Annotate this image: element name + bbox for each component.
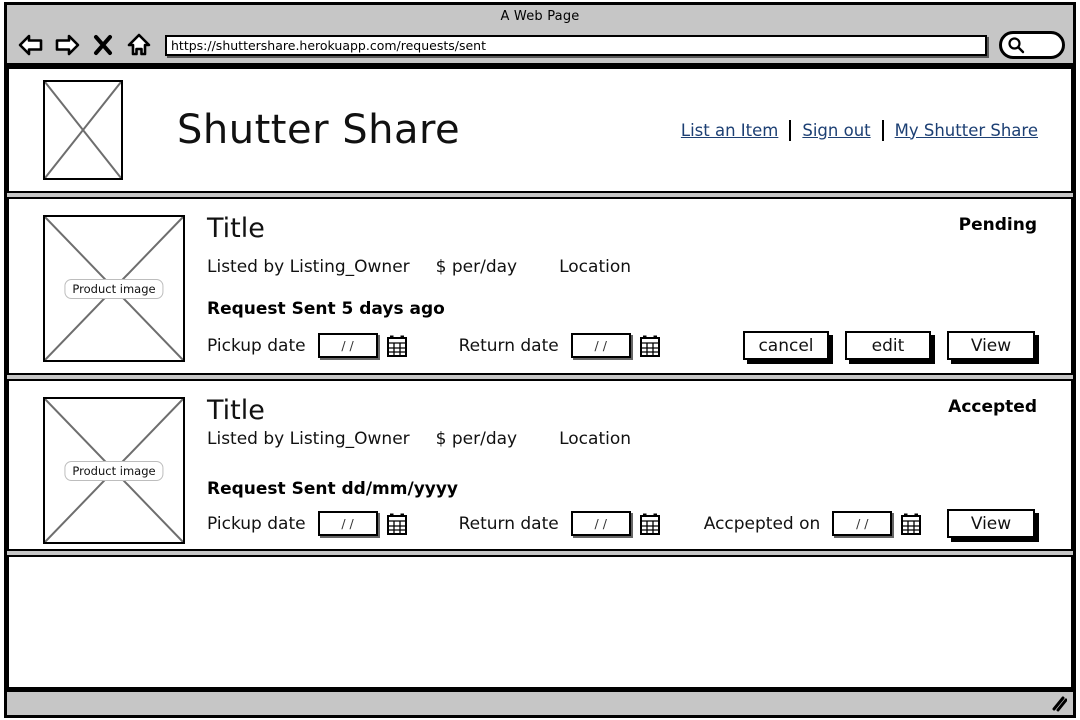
product-image-placeholder: Product image (43, 397, 185, 544)
home-icon[interactable] (125, 32, 153, 58)
url-text: https://shuttershare.herokuapp.com/reque… (171, 37, 486, 53)
pickup-date-field: Pickup date / / (207, 333, 407, 359)
pickup-date-input[interactable]: / / (317, 333, 378, 359)
nav-link-list-an-item[interactable]: List an Item (670, 121, 789, 140)
request-sent-text: Request Sent dd/mm/yyyy (207, 479, 459, 500)
request-actions: cancel edit View (743, 331, 1051, 361)
calendar-icon[interactable] (639, 513, 660, 535)
item-meta-row: Listed by Listing_Owner $ per/day Locati… (207, 429, 1051, 449)
pickup-date-label: Pickup date (207, 513, 306, 534)
logo-placeholder (43, 80, 123, 180)
page-viewport: Shutter Share List an Item Sign out My S… (7, 67, 1073, 715)
request-date-row: Pickup date / / Return date (207, 509, 1051, 539)
header-nav: List an Item Sign out My Shutter Share (670, 119, 1049, 141)
edit-button[interactable]: edit (845, 331, 931, 361)
return-date-label: Return date (458, 513, 559, 534)
site-header: Shutter Share List an Item Sign out My S… (7, 67, 1073, 193)
view-button[interactable]: View (947, 331, 1035, 361)
request-card-header: Title Pending (207, 213, 1051, 244)
return-date-field: Return date / / (458, 511, 660, 537)
browser-window: A Web Page https://shuttershare.herokuap… (4, 2, 1076, 718)
return-date-input[interactable]: / / (570, 511, 631, 537)
request-card-header: Title Accepted (207, 395, 1051, 426)
status-badge: Pending (958, 215, 1037, 235)
forward-arrow-icon[interactable] (53, 32, 81, 58)
browser-toolbar: https://shuttershare.herokuapp.com/reque… (7, 27, 1073, 67)
item-title: Title (207, 213, 265, 244)
nav-link-sign-out[interactable]: Sign out (791, 121, 881, 140)
item-owner: Listed by Listing_Owner (207, 257, 410, 278)
accepted-date-field: Accpepted on / / (703, 511, 922, 537)
product-image-label: Product image (64, 460, 164, 481)
nav-link-my-shutter-share[interactable]: My Shutter Share (884, 121, 1049, 140)
search-input[interactable] (999, 31, 1065, 59)
browser-statusbar (7, 689, 1073, 715)
request-date-row: Pickup date / / Return date (207, 331, 1051, 361)
request-card: Product image Title Pending Listed by Li… (7, 197, 1073, 375)
product-image-placeholder: Product image (43, 215, 185, 362)
pickup-date-input[interactable]: / / (317, 511, 378, 537)
search-icon (1008, 37, 1025, 54)
status-badge: Accepted (948, 397, 1037, 417)
back-arrow-icon[interactable] (17, 32, 45, 58)
item-price: $ per/day (435, 257, 518, 278)
request-sent-text: Request Sent 5 days ago (207, 299, 445, 320)
brand-title: Shutter Share (177, 107, 461, 153)
url-bar[interactable]: https://shuttershare.herokuapp.com/reque… (165, 34, 987, 56)
calendar-icon[interactable] (639, 335, 660, 357)
item-owner: Listed by Listing_Owner (207, 429, 410, 450)
pickup-date-field: Pickup date / / (207, 511, 407, 537)
empty-content-panel (7, 555, 1073, 689)
item-location: Location (559, 257, 632, 278)
calendar-icon[interactable] (901, 513, 922, 535)
calendar-icon[interactable] (386, 335, 407, 357)
item-meta-row: Listed by Listing_Owner $ per/day Locati… (207, 257, 1051, 277)
accepted-date-label: Accpepted on (703, 513, 821, 534)
return-date-label: Return date (458, 335, 559, 356)
request-actions: View (947, 509, 1051, 539)
close-x-icon[interactable] (89, 32, 117, 58)
accepted-date-input[interactable]: / / (832, 511, 893, 537)
calendar-icon[interactable] (386, 513, 407, 535)
request-card: Product image Title Accepted Listed by L… (7, 379, 1073, 551)
request-card-body: Title Accepted Listed by Listing_Owner $… (207, 395, 1051, 539)
item-price: $ per/day (435, 429, 518, 450)
cancel-button[interactable]: cancel (743, 331, 829, 361)
browser-titlebar: A Web Page (7, 5, 1073, 27)
item-title: Title (207, 395, 265, 426)
return-date-field: Return date / / (458, 333, 660, 359)
item-location: Location (559, 429, 632, 450)
return-date-input[interactable]: / / (570, 333, 631, 359)
resize-grip-icon[interactable] (1049, 696, 1068, 712)
request-card-body: Title Pending Listed by Listing_Owner $ … (207, 213, 1051, 361)
product-image-label: Product image (64, 278, 164, 299)
window-title: A Web Page (500, 8, 580, 24)
pickup-date-label: Pickup date (207, 335, 306, 356)
view-button[interactable]: View (947, 509, 1035, 539)
